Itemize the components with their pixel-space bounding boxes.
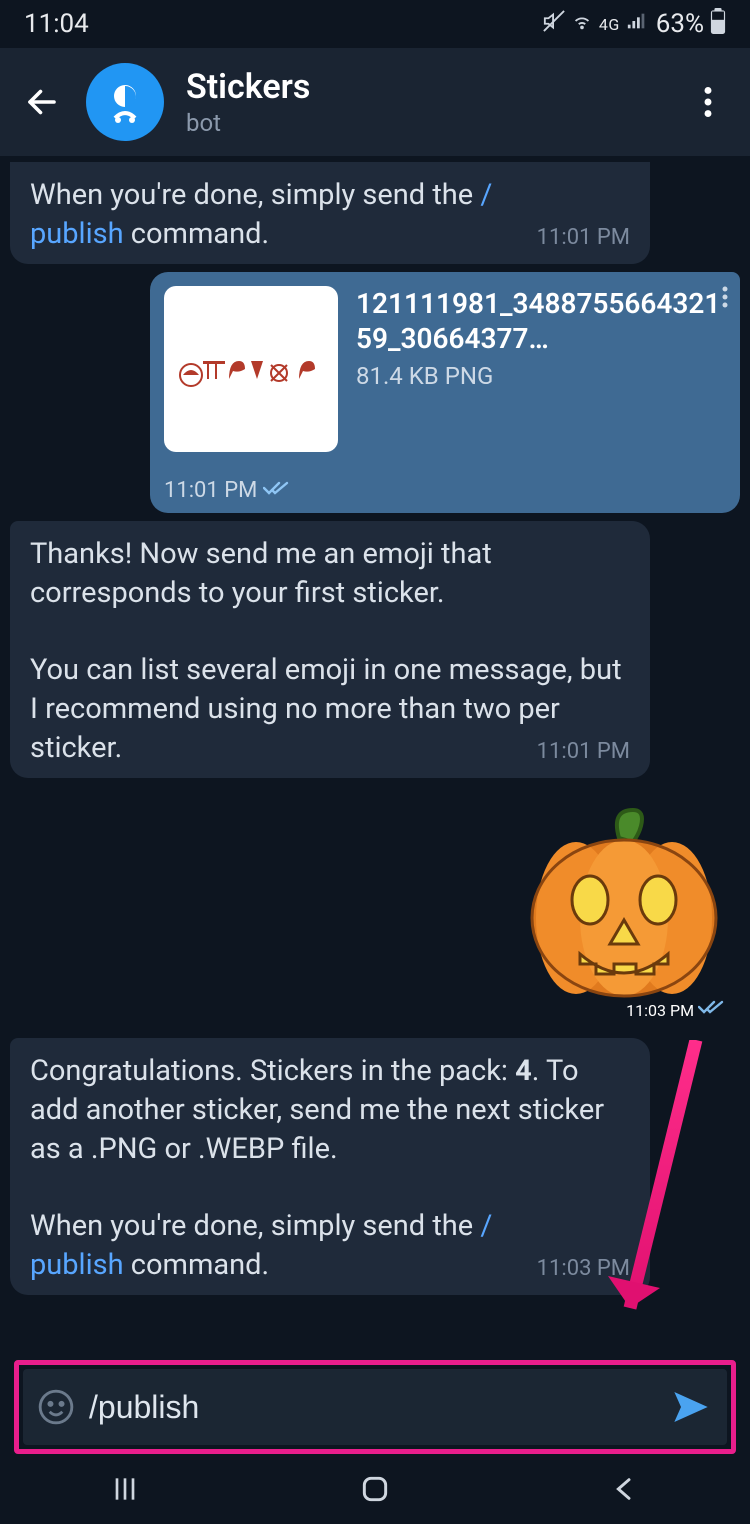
read-receipt-icon [698, 1001, 724, 1020]
send-button[interactable] [665, 1381, 717, 1433]
command-link[interactable]: publish [30, 1248, 124, 1282]
message-bot-1[interactable]: When you're done, simply send the /publi… [10, 162, 650, 264]
android-back-button[interactable] [609, 1473, 641, 1509]
signal-icon [626, 10, 648, 38]
message-time: 11:01 PM [537, 223, 630, 252]
status-time: 11:04 [24, 9, 89, 39]
message-bot-3[interactable]: Congratulations. Stickers in the pack: 4… [10, 1038, 650, 1295]
wifi-icon [571, 10, 593, 38]
command-link[interactable]: / [480, 1209, 492, 1243]
message-text: When you're done, simply send the /publi… [30, 178, 492, 251]
more-button[interactable] [686, 80, 730, 124]
status-bar: 11:04 4G 63% [0, 0, 750, 48]
command-link[interactable]: / [480, 178, 492, 212]
mute-icon [543, 10, 565, 38]
status-right: 4G 63% [543, 8, 726, 40]
message-more-icon[interactable] [722, 282, 728, 315]
battery-percent: 63% [656, 9, 704, 39]
chat-titles[interactable]: Stickers bot [186, 67, 664, 137]
message-user-file[interactable]: 121111981_348875566432159_30664377… 81.4… [150, 272, 740, 513]
home-button[interactable] [359, 1473, 391, 1509]
battery-icon [710, 8, 726, 40]
android-nav-bar [0, 1458, 750, 1524]
read-receipt-icon [263, 478, 289, 503]
file-size: 81.4 KB PNG [356, 362, 722, 390]
pumpkin-sticker [524, 808, 724, 998]
network-label: 4G [599, 15, 620, 34]
message-time: 11:03 PM [537, 1254, 630, 1283]
message-input-bar [23, 1369, 727, 1445]
message-bot-2[interactable]: Thanks! Now send me an emoji that corres… [10, 521, 650, 778]
file-meta: 121111981_348875566432159_30664377… 81.4… [356, 286, 722, 452]
file-name: 121111981_348875566432159_30664377… [356, 286, 722, 356]
chat-subtitle: bot [186, 109, 664, 137]
recents-button[interactable] [109, 1473, 141, 1509]
command-link[interactable]: publish [30, 217, 124, 251]
back-button[interactable] [20, 80, 64, 124]
message-time: 11:01 PM [537, 737, 630, 766]
message-text: Thanks! Now send me an emoji that corres… [30, 537, 492, 610]
emoji-button[interactable] [33, 1384, 79, 1430]
message-text: When you're done, simply send the /publi… [30, 1209, 492, 1282]
message-text: You can list several emoji in one messag… [30, 653, 622, 765]
input-highlight [14, 1360, 736, 1454]
file-thumbnail[interactable] [164, 286, 338, 452]
avatar[interactable] [86, 63, 164, 141]
message-time: 11:01 PM [164, 478, 257, 503]
message-input[interactable] [89, 1389, 655, 1426]
message-time: 11:03 PM [626, 1001, 694, 1020]
chat-header: Stickers bot [0, 48, 750, 156]
message-user-sticker[interactable]: 11:03 PM [10, 808, 724, 1020]
messages[interactable]: When you're done, simply send the /publi… [0, 156, 750, 1295]
chat-title: Stickers [186, 67, 664, 107]
message-text: Congratulations. Stickers in the pack: 4… [30, 1054, 604, 1166]
